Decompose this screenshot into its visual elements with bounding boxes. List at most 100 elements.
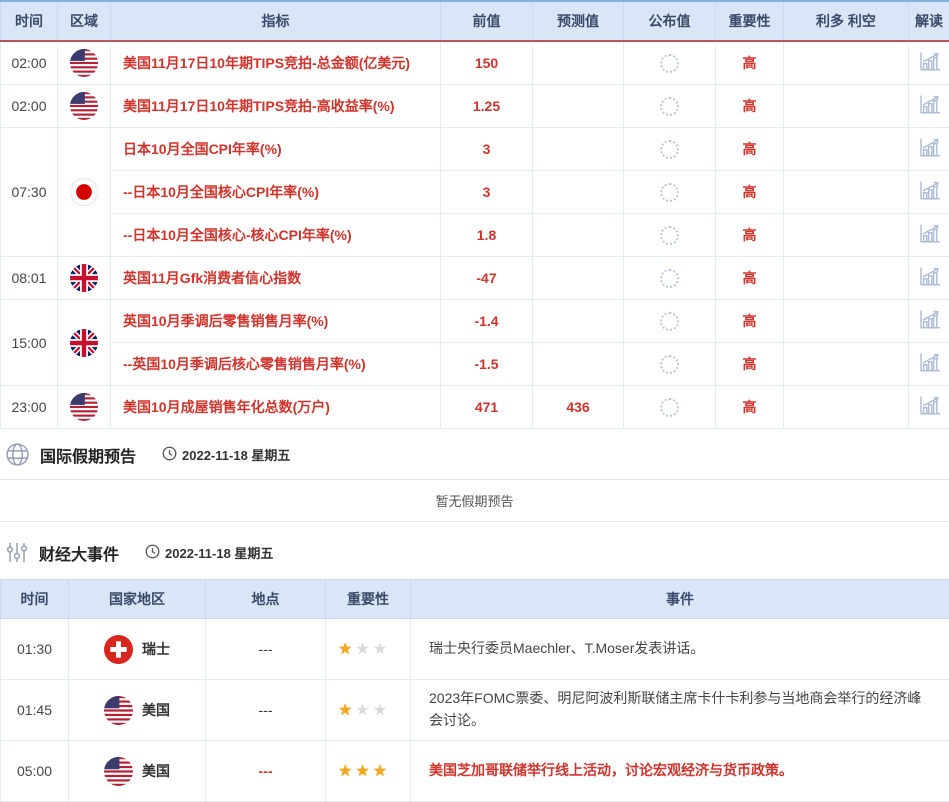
calendar-row[interactable]: --英国10月季调后核心零售销售月率(%)-1.5高 bbox=[1, 343, 949, 386]
col-header-bias: 利多 利空 bbox=[784, 1, 909, 41]
interpretation-cell[interactable] bbox=[909, 41, 949, 85]
indicator-cell[interactable]: --英国10月季调后核心零售销售月率(%) bbox=[111, 343, 441, 386]
forecast-value-cell bbox=[533, 85, 624, 128]
bar-chart-arrow-icon[interactable] bbox=[918, 102, 941, 118]
bar-chart-arrow-icon[interactable] bbox=[918, 145, 941, 161]
calendar-row[interactable]: 02:00美国11月17日10年期TIPS竞拍-总金额(亿美元)150高 bbox=[1, 41, 949, 85]
indicator-cell[interactable]: 美国10月成屋销售年化总数(万户) bbox=[111, 386, 441, 429]
forecast-value-cell bbox=[533, 300, 624, 343]
importance-cell: 高 bbox=[716, 85, 784, 128]
event-country-cell: 美国 bbox=[69, 741, 206, 802]
col-header-importance: 重要性 bbox=[326, 580, 411, 619]
event-row[interactable]: 01:30瑞士---★★★瑞士央行委员Maechler、T.Moser发表讲话。 bbox=[1, 619, 949, 680]
event-row[interactable]: 05:00美国---★★★美国芝加哥联储举行线上活动，讨论宏观经济与货币政策。 bbox=[1, 741, 949, 802]
published-value-cell bbox=[624, 386, 716, 429]
interpretation-cell[interactable] bbox=[909, 214, 949, 257]
event-description-cell[interactable]: 美国芝加哥联储举行线上活动，讨论宏观经济与货币政策。 bbox=[411, 741, 949, 802]
star-icon: ★ bbox=[355, 763, 369, 780]
event-importance-cell: ★★★ bbox=[326, 741, 411, 802]
bias-cell bbox=[784, 386, 909, 429]
previous-value-cell: 3 bbox=[441, 171, 533, 214]
interpretation-cell[interactable] bbox=[909, 386, 949, 429]
indicator-cell[interactable]: 美国11月17日10年期TIPS竞拍-高收益率(%) bbox=[111, 85, 441, 128]
previous-value-cell: -47 bbox=[441, 257, 533, 300]
bar-chart-arrow-icon[interactable] bbox=[918, 403, 941, 419]
bias-cell bbox=[784, 85, 909, 128]
time-cell: 08:01 bbox=[1, 257, 58, 300]
flag-us-icon bbox=[70, 97, 98, 113]
calendar-row[interactable]: --日本10月全国核心CPI年率(%)3高 bbox=[1, 171, 949, 214]
indicator-cell[interactable]: 英国10月季调后零售销售月率(%) bbox=[111, 300, 441, 343]
indicator-cell[interactable]: 日本10月全国CPI年率(%) bbox=[111, 128, 441, 171]
calendar-row[interactable]: 02:00美国11月17日10年期TIPS竞拍-高收益率(%)1.25高 bbox=[1, 85, 949, 128]
globe-icon bbox=[5, 442, 30, 467]
loading-spinner-icon bbox=[660, 54, 679, 73]
interpretation-cell[interactable] bbox=[909, 257, 949, 300]
bar-chart-arrow-icon[interactable] bbox=[918, 360, 941, 376]
event-time-cell: 01:45 bbox=[1, 680, 69, 741]
bar-chart-arrow-icon[interactable] bbox=[918, 188, 941, 204]
event-row[interactable]: 01:45 美国 ---★★★2023年FOMC票委、明尼阿波利斯联储主席卡什卡利参… bbox=[1, 680, 949, 741]
calendar-row[interactable]: --日本10月全国核心-核心CPI年率(%)1.8高 bbox=[1, 214, 949, 257]
indicator-cell[interactable]: --日本10月全国核心-核心CPI年率(%) bbox=[111, 214, 441, 257]
flag-gb-icon bbox=[70, 333, 98, 349]
bias-cell bbox=[784, 128, 909, 171]
bar-chart-arrow-icon[interactable] bbox=[918, 59, 941, 75]
interpretation-cell[interactable] bbox=[909, 300, 949, 343]
calendar-row[interactable]: 15:00英国10月季调后零售销售月率(%)-1.4高 bbox=[1, 300, 949, 343]
bar-chart-arrow-icon[interactable] bbox=[918, 274, 941, 290]
event-description-cell[interactable]: 2023年FOMC票委、明尼阿波利斯联储主席卡什卡利参与当地商会举行的经济峰会讨… bbox=[411, 680, 949, 741]
loading-spinner-icon bbox=[660, 398, 679, 417]
col-header-time: 时间 bbox=[1, 1, 58, 41]
holiday-section-header: 国际假期预告 2022-11-18 星期五 bbox=[0, 429, 949, 479]
indicator-cell[interactable]: --日本10月全国核心CPI年率(%) bbox=[111, 171, 441, 214]
events-date-text: 2022-11-18 星期五 bbox=[165, 543, 273, 562]
country-name: 美国 bbox=[142, 763, 170, 779]
economic-data-table: 时间 区域 指标 前值 预测值 公布值 重要性 利多 利空 解读 02:00美国… bbox=[0, 0, 949, 429]
region-cell bbox=[58, 85, 111, 128]
star-icon: ★ bbox=[355, 641, 369, 658]
holiday-date-text: 2022-11-18 星期五 bbox=[182, 445, 290, 464]
interpretation-cell[interactable] bbox=[909, 171, 949, 214]
published-value-cell bbox=[624, 214, 716, 257]
bar-chart-arrow-icon[interactable] bbox=[918, 317, 941, 333]
importance-cell: 高 bbox=[716, 41, 784, 85]
indicator-cell[interactable]: 美国11月17日10年期TIPS竞拍-总金额(亿美元) bbox=[111, 41, 441, 85]
flag-us-icon bbox=[104, 701, 133, 717]
importance-cell: 高 bbox=[716, 257, 784, 300]
calendar-row[interactable]: 23:00美国10月成屋销售年化总数(万户)471436高 bbox=[1, 386, 949, 429]
star-icon: ★ bbox=[338, 702, 352, 719]
clock-icon bbox=[162, 446, 182, 464]
interpretation-cell[interactable] bbox=[909, 85, 949, 128]
calendar-row[interactable]: 07:30日本10月全国CPI年率(%)3高 bbox=[1, 128, 949, 171]
forecast-value-cell bbox=[533, 171, 624, 214]
importance-cell: 高 bbox=[716, 300, 784, 343]
event-country-cell: 美国 bbox=[69, 680, 206, 741]
time-cell: 02:00 bbox=[1, 85, 58, 128]
flag-us-icon bbox=[70, 398, 98, 414]
loading-spinner-icon bbox=[660, 312, 679, 331]
major-events-table: 时间 国家地区 地点 重要性 事件 01:30瑞士---★★★瑞士央行委员Mae… bbox=[0, 579, 949, 802]
event-description-cell[interactable]: 瑞士央行委员Maechler、T.Moser发表讲话。 bbox=[411, 619, 949, 680]
star-icon: ★ bbox=[338, 763, 352, 780]
loading-spinner-icon bbox=[660, 97, 679, 116]
events-header-row: 时间 国家地区 地点 重要性 事件 bbox=[1, 580, 949, 619]
event-importance-cell: ★★★ bbox=[326, 680, 411, 741]
bias-cell bbox=[784, 214, 909, 257]
forecast-value-cell bbox=[533, 128, 624, 171]
forecast-value-cell bbox=[533, 41, 624, 85]
previous-value-cell: 471 bbox=[441, 386, 533, 429]
country-name: 美国 bbox=[142, 702, 170, 718]
published-value-cell bbox=[624, 171, 716, 214]
interpretation-cell[interactable] bbox=[909, 343, 949, 386]
indicator-cell[interactable]: 英国11月Gfk消费者信心指数 bbox=[111, 257, 441, 300]
event-country-cell: 瑞士 bbox=[69, 619, 206, 680]
no-holiday-message: 暂无假期预告 bbox=[0, 479, 949, 522]
importance-cell: 高 bbox=[716, 386, 784, 429]
event-location-cell: --- bbox=[206, 680, 326, 741]
calendar-row[interactable]: 08:01 英国11月Gfk消费者信心指数-47 高 bbox=[1, 257, 949, 300]
event-time-cell: 01:30 bbox=[1, 619, 69, 680]
interpretation-cell[interactable] bbox=[909, 128, 949, 171]
bar-chart-arrow-icon[interactable] bbox=[918, 231, 941, 247]
loading-spinner-icon bbox=[660, 226, 679, 245]
